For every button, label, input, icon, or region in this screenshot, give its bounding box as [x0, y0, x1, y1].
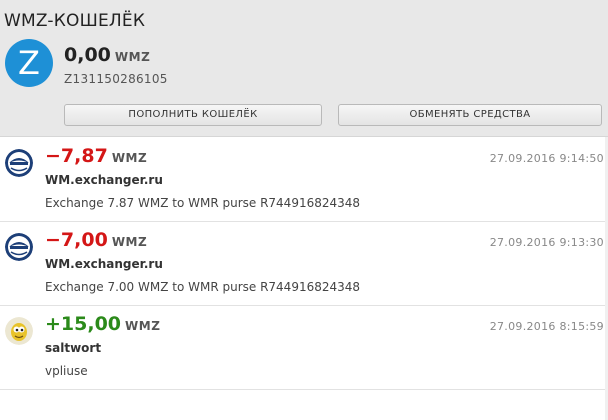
- purse-avatar: Z: [5, 39, 53, 87]
- transaction-description: vpliuse: [45, 364, 88, 378]
- purse-header: WMZ-КОШЕЛЁК Z 0,00 WMZ Z131150286105 ПОПО…: [0, 0, 608, 137]
- purse-id[interactable]: Z131150286105: [64, 72, 168, 86]
- amount-value: −7,00: [45, 229, 108, 251]
- topup-button[interactable]: ПОПОЛНИТЬ КОШЕЛЁК: [64, 104, 322, 126]
- transaction-date: 27.09.2016 9:13:30: [489, 236, 604, 249]
- wm-exchanger-logo-icon: [5, 233, 33, 261]
- transaction-description: Exchange 7.00 WMZ to WMR purse R74491682…: [45, 280, 361, 294]
- transaction-row[interactable]: +15,00 WMZ 27.09.2016 8:15:59 saltwort vp…: [0, 306, 608, 390]
- transaction-counterparty[interactable]: WM.exchanger.ru: [45, 173, 163, 187]
- amount-currency: WMZ: [111, 235, 148, 249]
- transaction-date: 27.09.2016 8:15:59: [489, 320, 604, 333]
- transaction-date: 27.09.2016 9:14:50: [489, 152, 604, 165]
- transaction-row[interactable]: −7,00 WMZ 27.09.2016 9:13:30 WM.exchanger…: [0, 222, 608, 306]
- transaction-counterparty[interactable]: saltwort: [45, 341, 101, 355]
- amount-currency: WMZ: [111, 151, 148, 165]
- amount-currency: WMZ: [125, 319, 161, 333]
- purse-balance: 0,00 WMZ: [64, 44, 150, 66]
- wm-exchanger-logo-icon: [5, 149, 33, 177]
- exchange-button[interactable]: ОБМЕНЯТЬ СРЕДСТВА: [338, 104, 602, 126]
- amount-value: −7,87: [45, 145, 108, 167]
- transaction-description: Exchange 7.87 WMZ to WMR purse R74491682…: [45, 196, 361, 210]
- amount-value: +15,00: [45, 313, 122, 335]
- balance-amount: 0,00: [64, 44, 111, 66]
- balance-currency: WMZ: [114, 50, 151, 64]
- user-avatar-icon: [5, 317, 33, 345]
- transaction-amount: +15,00 WMZ: [45, 313, 160, 335]
- transaction-amount: −7,87 WMZ: [45, 145, 147, 167]
- transaction-row[interactable]: −7,87 WMZ 27.09.2016 9:14:50 WM.exchanger…: [0, 138, 608, 222]
- transaction-counterparty[interactable]: WM.exchanger.ru: [45, 257, 163, 271]
- transaction-amount: −7,00 WMZ: [45, 229, 147, 251]
- page-title: WMZ-КОШЕЛЁК: [4, 11, 146, 31]
